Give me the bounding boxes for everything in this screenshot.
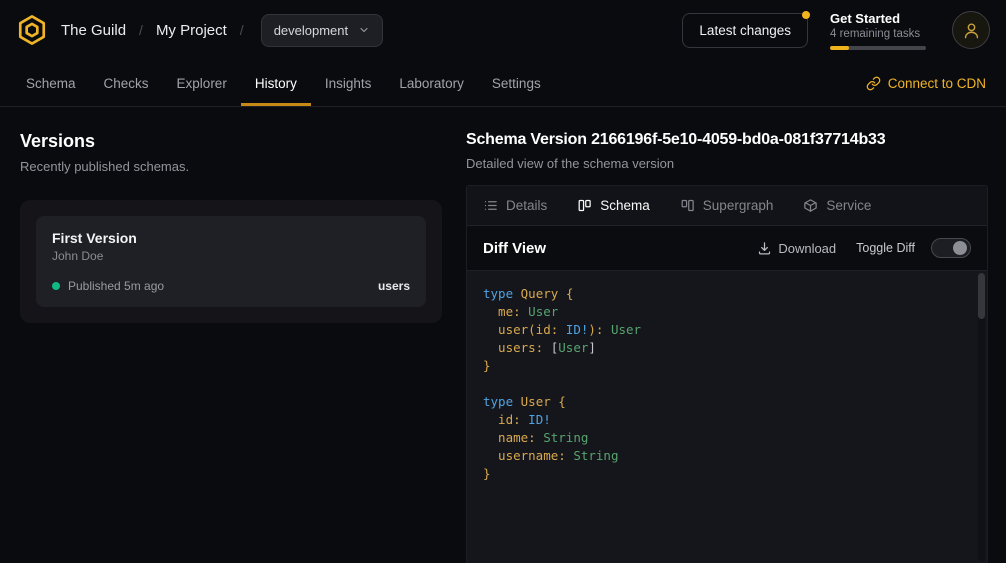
page-content: Versions Recently published schemas. Fir… xyxy=(0,107,1006,563)
versions-panel: Versions Recently published schemas. Fir… xyxy=(20,131,442,563)
hive-logo-icon xyxy=(16,14,48,46)
tab-schema-view[interactable]: Schema xyxy=(577,198,650,213)
toggle-diff-switch[interactable] xyxy=(931,238,971,258)
top-bar: The Guild / My Project / development Lat… xyxy=(0,0,1006,60)
tab-checks[interactable]: Checks xyxy=(90,60,163,106)
tab-supergraph-label: Supergraph xyxy=(703,198,774,213)
main-nav: Schema Checks Explorer History Insights … xyxy=(0,60,1006,107)
breadcrumb-separator: / xyxy=(139,22,143,38)
breadcrumb-separator: / xyxy=(240,22,244,38)
diff-view-title: Diff View xyxy=(483,240,546,257)
connect-cdn-label: Connect to CDN xyxy=(888,76,986,91)
code-viewer[interactable]: type Query { me: User user(id: ID!): Use… xyxy=(467,270,987,563)
target-selector[interactable]: development xyxy=(261,14,383,47)
code-scrollbar-thumb[interactable] xyxy=(978,273,985,319)
version-name: First Version xyxy=(52,230,410,246)
code-block: type Query { me: User user(id: ID!): Use… xyxy=(467,271,987,497)
chevron-down-icon xyxy=(358,24,370,36)
tab-service[interactable]: Service xyxy=(803,198,871,213)
link-icon xyxy=(866,76,881,91)
tab-history[interactable]: History xyxy=(241,60,311,106)
versions-card: First Version John Doe Published 5m ago … xyxy=(20,200,442,323)
published-dot xyxy=(52,282,60,290)
tab-settings[interactable]: Settings xyxy=(478,60,555,106)
download-label: Download xyxy=(778,241,836,256)
version-status: Published 5m ago xyxy=(68,279,164,293)
tab-supergraph[interactable]: Supergraph xyxy=(680,198,774,213)
tab-details-label: Details xyxy=(506,198,547,213)
version-author: John Doe xyxy=(52,249,410,263)
version-detail-panel: Schema Version 2166196f-5e10-4059-bd0a-0… xyxy=(466,131,988,563)
schema-panel: Details Schema Supergraph xyxy=(466,185,988,563)
list-icon xyxy=(483,198,498,213)
tab-details[interactable]: Details xyxy=(483,198,547,213)
tab-explorer[interactable]: Explorer xyxy=(163,60,241,106)
schema-panel-tabs: Details Schema Supergraph xyxy=(467,186,987,226)
get-started-widget[interactable]: Get Started 4 remaining tasks xyxy=(830,11,930,50)
notification-dot xyxy=(802,11,810,19)
user-avatar[interactable] xyxy=(952,11,990,49)
versions-title: Versions xyxy=(20,131,442,152)
tab-schema-view-label: Schema xyxy=(600,198,650,213)
cube-icon xyxy=(803,198,818,213)
app-root: The Guild / My Project / development Lat… xyxy=(0,0,1006,563)
breadcrumb-project[interactable]: My Project xyxy=(156,22,227,39)
tab-schema[interactable]: Schema xyxy=(12,60,90,106)
connect-cdn-button[interactable]: Connect to CDN xyxy=(856,60,996,106)
get-started-progress-fill xyxy=(830,46,849,50)
target-selector-value: development xyxy=(274,23,348,38)
get-started-subtitle: 4 remaining tasks xyxy=(830,28,930,40)
breadcrumb-org[interactable]: The Guild xyxy=(61,22,126,39)
columns-icon xyxy=(577,198,592,213)
version-service-badge: users xyxy=(378,279,410,293)
latest-changes-label: Latest changes xyxy=(699,23,791,38)
get-started-progress xyxy=(830,46,926,50)
versions-subtitle: Recently published schemas. xyxy=(20,159,442,174)
breadcrumb: The Guild / My Project / development xyxy=(16,14,383,47)
get-started-title: Get Started xyxy=(830,11,930,26)
tab-insights[interactable]: Insights xyxy=(311,60,386,106)
latest-changes-button[interactable]: Latest changes xyxy=(682,13,808,48)
diff-toolbar: Diff View Download Toggle Diff xyxy=(467,226,987,270)
download-icon xyxy=(757,241,772,256)
version-list-item[interactable]: First Version John Doe Published 5m ago … xyxy=(36,216,426,307)
main-nav-tabs: Schema Checks Explorer History Insights … xyxy=(12,60,555,106)
tab-service-label: Service xyxy=(826,198,871,213)
person-icon xyxy=(962,21,981,40)
diff-actions: Download Toggle Diff xyxy=(757,238,971,258)
version-detail-subtitle: Detailed view of the schema version xyxy=(466,156,988,171)
code-scrollbar[interactable] xyxy=(978,273,985,561)
download-button[interactable]: Download xyxy=(757,241,836,256)
top-bar-actions: Latest changes Get Started 4 remaining t… xyxy=(682,11,990,50)
version-status-row: Published 5m ago users xyxy=(52,279,410,293)
columns-alt-icon xyxy=(680,198,695,213)
toggle-diff-label: Toggle Diff xyxy=(856,241,915,255)
version-detail-title: Schema Version 2166196f-5e10-4059-bd0a-0… xyxy=(466,131,988,149)
tab-laboratory[interactable]: Laboratory xyxy=(385,60,478,106)
toggle-diff-knob xyxy=(953,241,967,255)
hive-logo[interactable] xyxy=(16,14,48,46)
